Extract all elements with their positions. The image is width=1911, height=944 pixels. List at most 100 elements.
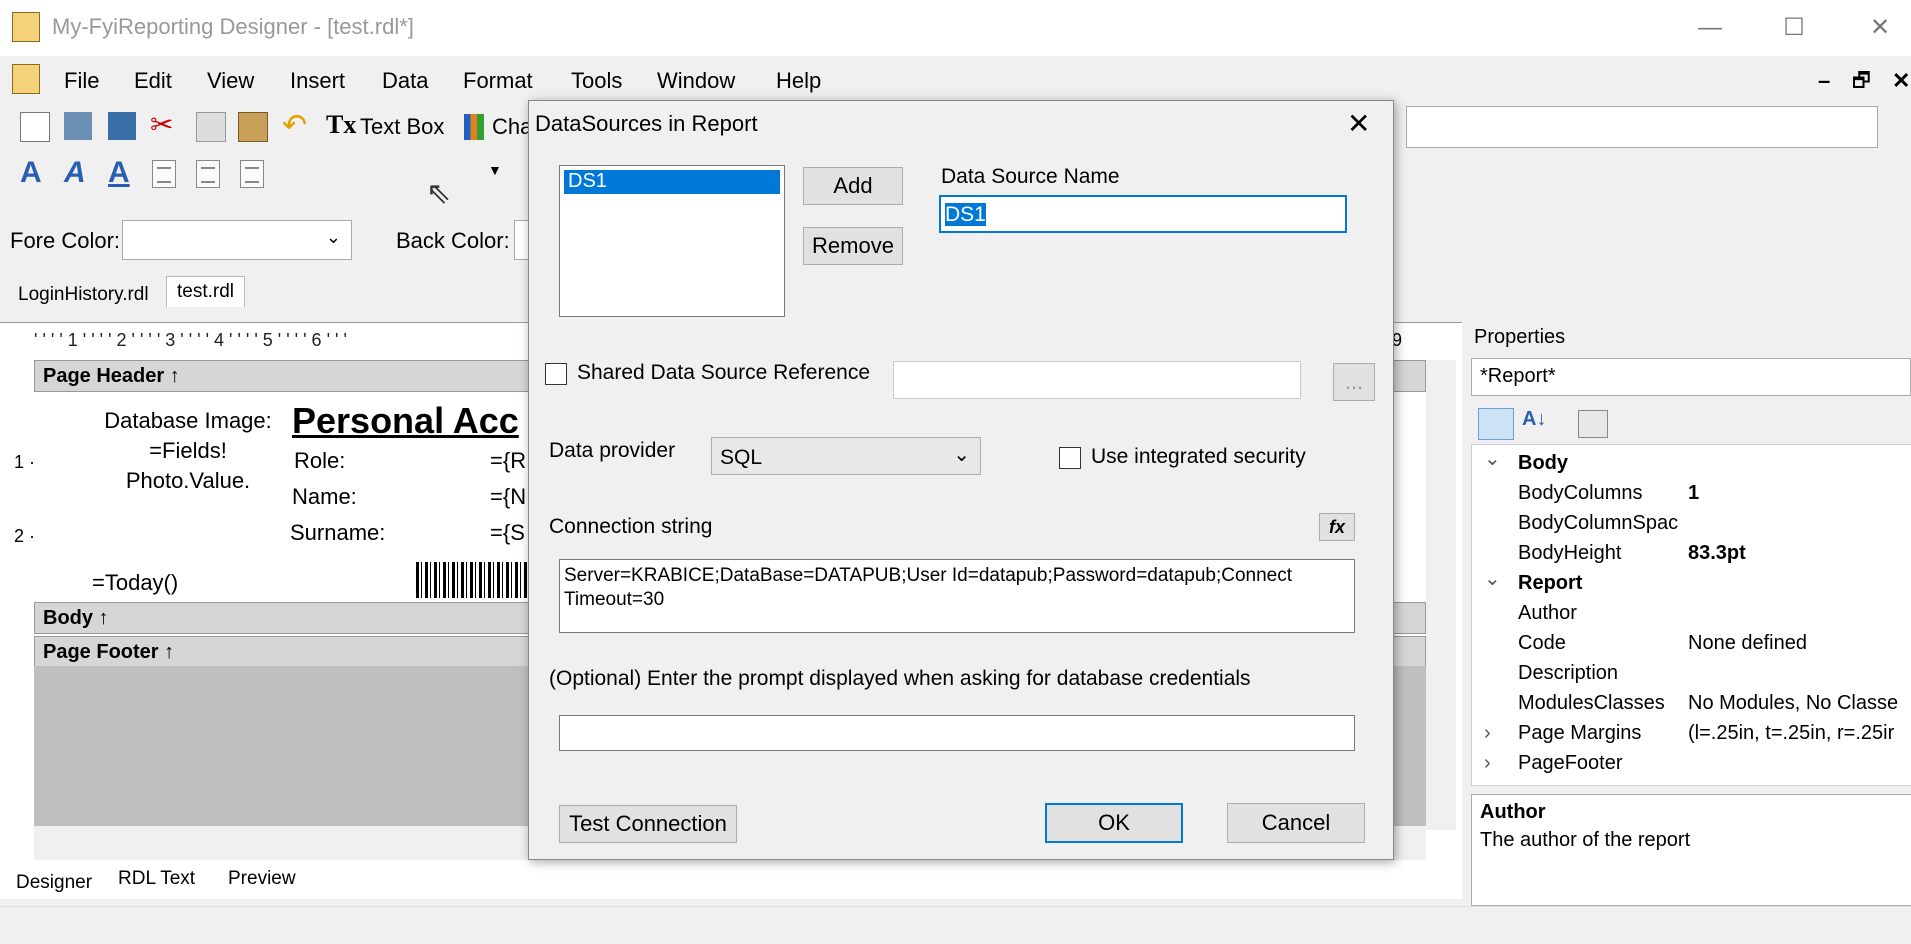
chevron-down-icon: ⌄ [325, 227, 341, 247]
integrated-security-label: Use integrated security [1091, 445, 1306, 468]
tab-designer[interactable]: Designer [16, 872, 92, 894]
align-left-icon[interactable] [152, 160, 176, 188]
expand-icon[interactable]: › [1484, 722, 1491, 745]
fx-button[interactable]: fx [1319, 513, 1355, 541]
new-icon[interactable] [20, 112, 50, 142]
alphabetical-icon[interactable]: A↓ [1522, 408, 1546, 431]
chart-button[interactable]: Cha [492, 114, 532, 140]
browse-button[interactable]: ... [1333, 363, 1375, 401]
property-value[interactable]: (l=.25in, t=.25in, r=.25ir [1688, 722, 1906, 745]
barcode[interactable] [416, 562, 528, 598]
cut-icon[interactable]: ✂ [150, 108, 173, 141]
chart-icon[interactable] [464, 114, 484, 140]
property-name[interactable]: PageFooter [1518, 752, 1623, 775]
menu-window[interactable]: Window [657, 68, 735, 94]
menu-insert[interactable]: Insert [290, 68, 345, 94]
property-name[interactable]: ModulesClasses [1518, 692, 1665, 715]
tab-test[interactable]: test.rdl [166, 276, 246, 307]
minimize-button[interactable]: — [1682, 8, 1738, 48]
property-value[interactable]: No Modules, No Classe [1688, 692, 1906, 715]
menu-file[interactable]: File [64, 68, 99, 94]
prompt-label: (Optional) Enter the prompt displayed wh… [549, 667, 1251, 690]
categorized-icon[interactable] [1478, 408, 1514, 440]
surname-label[interactable]: Surname: [290, 520, 385, 546]
property-name[interactable]: BodyColumnSpac [1518, 512, 1678, 535]
menu-view[interactable]: View [207, 68, 254, 94]
paste-icon[interactable] [238, 112, 268, 142]
mdi-close-button[interactable]: ✕ [1892, 68, 1910, 94]
toolbar-right-combo[interactable] [1406, 106, 1878, 148]
property-pages-icon[interactable] [1578, 410, 1608, 438]
add-button[interactable]: Add [803, 167, 903, 205]
datasource-list[interactable]: DS1 [559, 165, 785, 317]
ok-button[interactable]: OK [1045, 803, 1183, 843]
underline-icon[interactable]: A [108, 156, 130, 190]
properties-title: Properties [1474, 326, 1566, 348]
report-title[interactable]: Personal Acc [292, 400, 519, 442]
role-label[interactable]: Role: [294, 448, 345, 474]
italic-icon[interactable]: A [64, 156, 86, 190]
connection-string-field[interactable]: Server=KRABICE;DataBase=DATAPUB;User Id=… [559, 559, 1355, 633]
close-button[interactable]: ✕ [1852, 8, 1908, 48]
datasource-list-item[interactable]: DS1 [564, 170, 780, 194]
property-value[interactable]: 1 [1688, 482, 1906, 505]
expand-icon[interactable]: › [1484, 752, 1491, 775]
menu-tools[interactable]: Tools [571, 68, 622, 94]
property-value[interactable]: 83.3pt [1688, 542, 1906, 565]
datasource-name-field[interactable]: DS1 [939, 195, 1347, 233]
mouse-cursor-icon: ⇖ [426, 177, 452, 210]
dropdown-arrow-icon[interactable]: ▼ [488, 162, 502, 178]
shared-reference-label: Shared Data Source Reference [577, 361, 871, 384]
shared-reference-checkbox[interactable] [545, 363, 567, 385]
surname-value[interactable]: ={S [490, 520, 525, 546]
menu-help[interactable]: Help [776, 68, 821, 94]
collapse-icon[interactable]: ⌄ [1484, 566, 1501, 591]
menu-edit[interactable]: Edit [134, 68, 172, 94]
tab-loginhistory[interactable]: LoginHistory.rdl [18, 284, 149, 306]
data-provider-select[interactable]: SQL ⌄ [711, 437, 981, 475]
align-center-icon[interactable] [196, 160, 220, 188]
property-name[interactable]: BodyHeight [1518, 542, 1621, 565]
copy-icon[interactable] [196, 112, 226, 142]
tab-rdl-text[interactable]: RDL Text [118, 868, 195, 890]
textbox-icon[interactable]: Tx [326, 110, 356, 140]
property-name[interactable]: Report [1518, 572, 1582, 595]
property-name[interactable]: Code [1518, 632, 1566, 655]
integrated-security-checkbox[interactable] [1059, 447, 1081, 469]
fore-color-select[interactable]: ⌄ [122, 220, 352, 260]
role-value[interactable]: ={R [490, 448, 526, 474]
cancel-button[interactable]: Cancel [1227, 803, 1365, 843]
prompt-field[interactable] [559, 715, 1355, 751]
property-name[interactable]: Author [1518, 602, 1577, 625]
test-connection-button[interactable]: Test Connection [559, 805, 737, 843]
dialog-close-button[interactable]: ✕ [1347, 107, 1370, 140]
remove-button[interactable]: Remove [803, 227, 903, 265]
datasource-name-label: Data Source Name [941, 165, 1120, 188]
properties-selector[interactable]: *Report* [1471, 358, 1911, 396]
menu-format[interactable]: Format [463, 68, 533, 94]
shared-reference-field[interactable] [893, 361, 1301, 399]
image-placeholder[interactable]: Database Image: =Fields! Photo.Value. [96, 406, 280, 496]
today-field[interactable]: =Today() [92, 570, 178, 596]
maximize-button[interactable]: ☐ [1766, 8, 1822, 48]
property-description: Author The author of the report [1471, 794, 1911, 906]
property-name[interactable]: Description [1518, 662, 1618, 685]
align-right-icon[interactable] [240, 160, 264, 188]
property-name[interactable]: BodyColumns [1518, 482, 1643, 505]
tab-preview[interactable]: Preview [228, 868, 296, 890]
menu-data[interactable]: Data [382, 68, 428, 94]
undo-icon[interactable]: ↶ [282, 108, 307, 143]
vertical-scrollbar[interactable] [1426, 360, 1456, 830]
save-icon[interactable] [108, 112, 136, 140]
collapse-icon[interactable]: ⌄ [1484, 446, 1501, 471]
open-icon[interactable] [64, 112, 92, 140]
property-value[interactable]: None defined [1688, 632, 1906, 655]
mdi-minimize-button[interactable]: – [1818, 68, 1830, 94]
bold-icon[interactable]: A [20, 156, 42, 190]
mdi-restore-button[interactable]: 🗗 [1852, 66, 1871, 100]
property-name[interactable]: Body [1518, 452, 1568, 475]
name-label[interactable]: Name: [292, 484, 357, 510]
name-value[interactable]: ={N [490, 484, 526, 510]
textbox-button[interactable]: Text Box [360, 114, 444, 140]
property-name[interactable]: Page Margins [1518, 722, 1641, 745]
